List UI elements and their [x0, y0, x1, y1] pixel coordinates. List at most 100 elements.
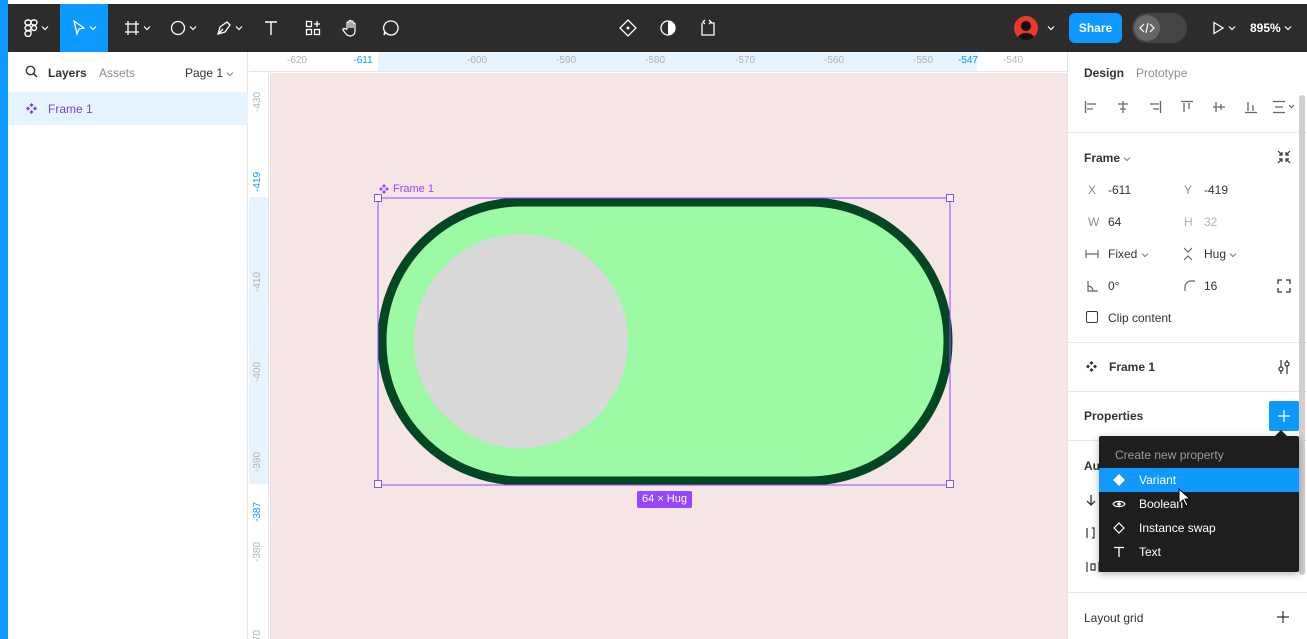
ruler-tick-label: -560: [823, 55, 845, 66]
tab-design[interactable]: Design: [1084, 66, 1124, 80]
y-label: Y: [1184, 183, 1193, 197]
ruler-tick-label: -550: [912, 55, 934, 66]
user-avatar[interactable]: [1014, 16, 1038, 40]
page-selector[interactable]: Page 1: [185, 66, 234, 80]
component-icon: [26, 103, 37, 114]
align-right-icon[interactable]: [1148, 100, 1162, 114]
text-t-icon: [265, 21, 277, 35]
width-mode-select[interactable]: Fixed: [1108, 247, 1149, 261]
left-edge-strip: [0, 0, 8, 639]
user-silhouette-icon: [1017, 21, 1035, 40]
w-label: W: [1088, 215, 1100, 229]
tab-layers[interactable]: Layers: [48, 66, 87, 80]
comment-tool-button[interactable]: [378, 4, 404, 52]
align-toolbar: [1068, 92, 1307, 132]
pen-icon: [216, 21, 231, 35]
text-tool-button[interactable]: [258, 4, 284, 52]
h-label: H: [1184, 215, 1193, 229]
ruler-tick-label: -419: [252, 171, 263, 192]
plus-icon[interactable]: [1277, 611, 1289, 623]
rotation-icon: [1087, 281, 1098, 292]
chevron-down-icon: [143, 26, 150, 31]
present-button[interactable]: [1208, 4, 1238, 52]
frame-tool-button[interactable]: [120, 4, 154, 52]
chevron-down-icon: [1228, 26, 1235, 31]
shape-tool-button[interactable]: [166, 4, 200, 52]
frame-section-title[interactable]: Frame: [1084, 151, 1131, 165]
padding-icon[interactable]: [1086, 561, 1100, 573]
frame-section-title-text: Frame: [1084, 151, 1121, 165]
toggle-knob[interactable]: [414, 234, 628, 448]
menu-item-boolean[interactable]: Boolean: [1099, 492, 1299, 516]
spacing-icon[interactable]: [1086, 527, 1100, 539]
menu-item-variant[interactable]: Variant: [1099, 468, 1299, 492]
ruler-top: -620 -611 -600 -590 -580 -570 -560 -550 -547 -540: [249, 52, 1067, 72]
search-icon[interactable]: [25, 65, 38, 78]
x-input[interactable]: -611: [1108, 183, 1131, 197]
y-input[interactable]: -419: [1204, 183, 1228, 197]
align-top-icon[interactable]: [1180, 100, 1194, 114]
diamond-outline-icon: [1113, 522, 1125, 534]
frame-name-label[interactable]: Frame 1: [393, 183, 434, 195]
ruler-tick-label: -430: [252, 91, 263, 112]
component-icon: [1086, 361, 1097, 372]
menu-item-label: Boolean: [1139, 497, 1184, 511]
w-input[interactable]: 64: [1108, 215, 1121, 229]
component-name[interactable]: Frame 1: [1109, 360, 1155, 374]
h-input[interactable]: 32: [1204, 215, 1217, 229]
tab-prototype[interactable]: Prototype: [1136, 66, 1187, 80]
right-panel-scrollbar[interactable]: [1299, 95, 1305, 575]
dev-mode-toggle[interactable]: [1132, 13, 1187, 43]
menu-item-instance-swap[interactable]: Instance swap: [1099, 516, 1299, 540]
distribute-menu-icon[interactable]: [1272, 100, 1296, 114]
pen-tool-button[interactable]: [212, 4, 246, 52]
ruler-tick-label: -600: [466, 55, 488, 66]
chevron-down-icon: [1141, 252, 1149, 258]
align-left-icon[interactable]: [1084, 100, 1098, 114]
layout-grid-section: Layout grid: [1068, 592, 1307, 639]
share-button[interactable]: Share: [1069, 13, 1122, 43]
create-component-button[interactable]: [616, 4, 640, 52]
main-menu-button[interactable]: [16, 4, 56, 52]
contrast-half-circle-icon: [660, 20, 676, 36]
canvas[interactable]: Frame 1 64 × Hug: [270, 73, 1067, 639]
tab-assets[interactable]: Assets: [99, 66, 135, 80]
add-property-button[interactable]: [1269, 401, 1299, 431]
chevron-down-icon: [235, 26, 242, 31]
hand-tool-button[interactable]: [338, 4, 364, 52]
independent-corners-icon[interactable]: [1277, 279, 1291, 293]
layer-row-frame-1[interactable]: Frame 1: [8, 92, 248, 125]
clip-content-checkbox[interactable]: [1086, 311, 1098, 323]
dev-code-button[interactable]: [696, 4, 720, 52]
chevron-down-icon[interactable]: [1047, 24, 1055, 32]
align-bottom-icon[interactable]: [1244, 100, 1258, 114]
zoom-level: 895%: [1250, 21, 1281, 35]
ruler-tick-label: -570: [734, 55, 756, 66]
radius-input[interactable]: 16: [1204, 279, 1217, 293]
x-label: X: [1088, 183, 1097, 197]
component-settings-sliders-icon[interactable]: [1277, 359, 1291, 375]
resources-button[interactable]: [300, 4, 326, 52]
height-mode-select[interactable]: Hug: [1204, 247, 1237, 261]
chevron-down-icon: [1284, 26, 1292, 31]
rotation-input[interactable]: 0°: [1108, 279, 1119, 293]
component-section: Frame 1: [1068, 342, 1307, 391]
resize-to-fit-icon[interactable]: [1277, 150, 1291, 164]
ruler-tick-label: -400: [252, 361, 263, 382]
move-tool-button[interactable]: [60, 4, 108, 52]
chevron-down-icon: [189, 26, 196, 31]
toolbar: Share 895%: [8, 4, 1307, 52]
ruler-tick-label: -540: [1002, 55, 1024, 66]
properties-section: Properties: [1068, 391, 1307, 440]
frame-section: Frame X -611 Y -419 W 64 H 32 Fixed Hug …: [1068, 132, 1307, 342]
align-center-h-icon[interactable]: [1116, 100, 1130, 114]
comment-bubble-icon: [383, 20, 399, 36]
arrow-down-icon[interactable]: [1086, 495, 1096, 507]
page-label: Page 1: [185, 66, 224, 80]
menu-item-text[interactable]: Text: [1099, 540, 1299, 564]
mask-button[interactable]: [656, 4, 680, 52]
chevron-down-icon: [89, 26, 96, 31]
align-middle-v-icon[interactable]: [1212, 100, 1226, 114]
zoom-menu[interactable]: 895%: [1250, 4, 1292, 52]
eye-icon: [1112, 500, 1126, 508]
